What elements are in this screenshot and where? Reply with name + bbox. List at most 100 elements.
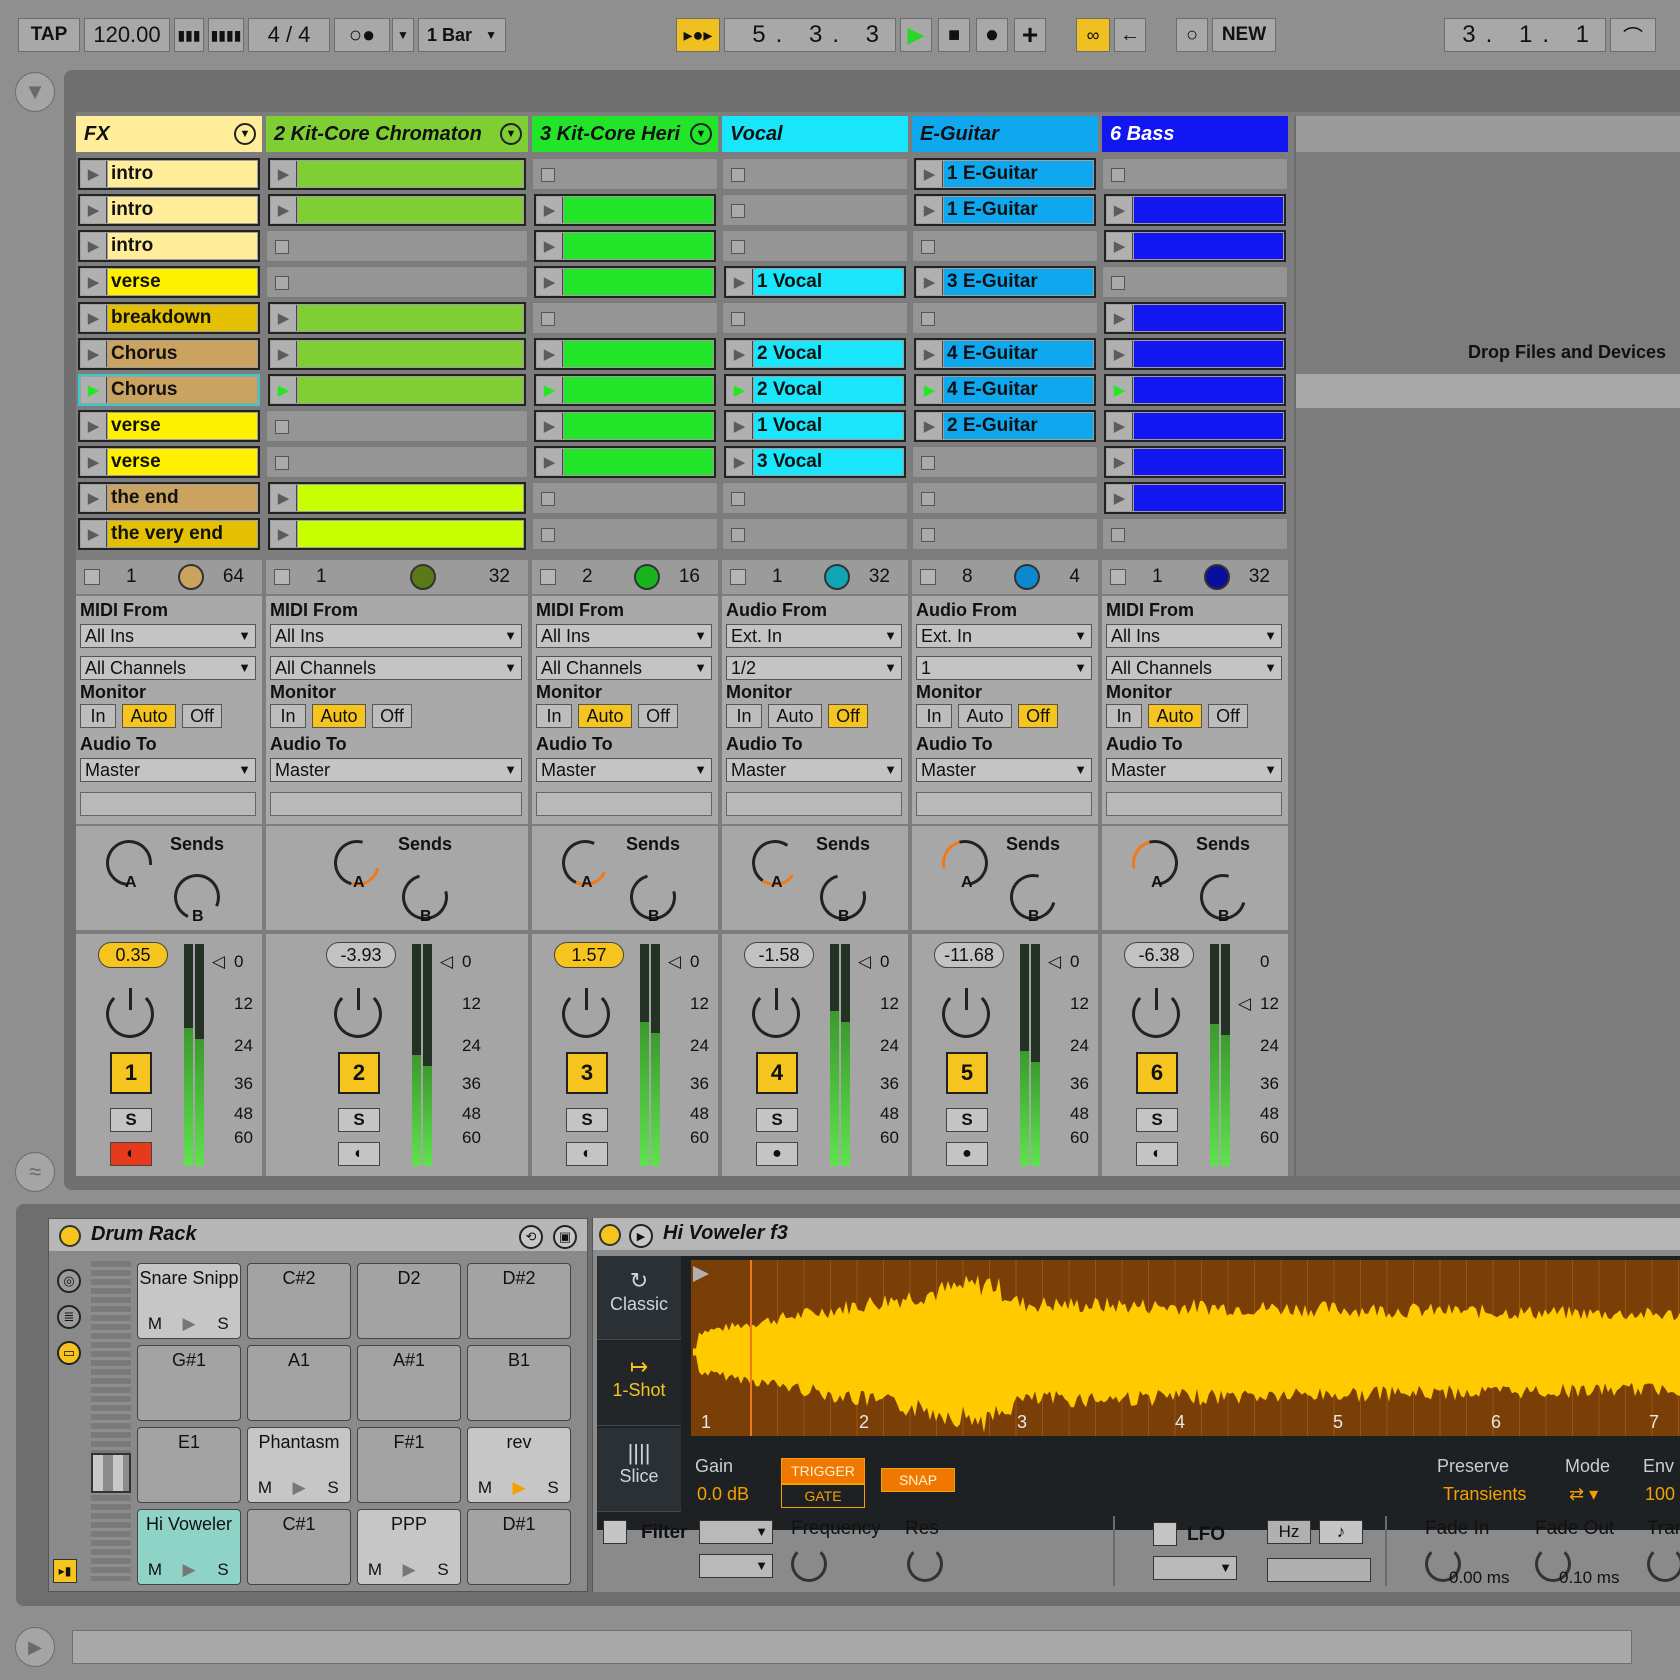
clip-slot[interactable]: ▶ <box>268 482 526 514</box>
monitor-in-button[interactable]: In <box>80 704 116 728</box>
input-channel-select[interactable]: All Channels <box>270 656 522 680</box>
detail-toggle-icon[interactable]: ▶ <box>15 1627 55 1667</box>
empty-clip-slot[interactable] <box>532 482 718 514</box>
drum-pad[interactable]: G#1 <box>137 1345 241 1421</box>
clip-slot[interactable]: ▶ 2 E-Guitar <box>914 410 1096 442</box>
pad-play-icon[interactable]: ▶ <box>392 1558 426 1582</box>
transient-knob[interactable] <box>1647 1546 1680 1582</box>
play-icon[interactable]: ▶ <box>900 18 932 52</box>
clip-stop-button[interactable] <box>921 456 935 470</box>
arrangement-position[interactable]: 5. 3. 3 <box>724 18 896 52</box>
clip-launch-icon[interactable]: ▶ <box>1107 197 1133 223</box>
empty-clip-slot[interactable] <box>266 230 528 262</box>
drum-pad[interactable]: B1 <box>467 1345 571 1421</box>
monitor-in-button[interactable]: In <box>916 704 952 728</box>
clip-slot[interactable]: ▶ 4 E-Guitar <box>914 338 1096 370</box>
volume-field[interactable]: -11.68 <box>934 942 1004 968</box>
clip-stop-button[interactable] <box>541 492 555 506</box>
punch-icon[interactable]: ⌒ <box>1610 18 1656 52</box>
clip-slot[interactable]: ▶ <box>1104 410 1286 442</box>
drum-pad[interactable]: D#2 <box>467 1263 571 1339</box>
solo-button[interactable]: S <box>566 1108 608 1132</box>
input-channel-select[interactable]: All Channels <box>80 656 256 680</box>
clip-slot[interactable]: ▶ <box>268 518 526 550</box>
clip-stop-button[interactable] <box>731 240 745 254</box>
pad-mute-button[interactable]: M <box>138 1312 172 1336</box>
lfo-shape-select[interactable]: ▼ <box>1153 1556 1237 1580</box>
power-icon[interactable] <box>599 1224 621 1246</box>
fold-icon[interactable]: ▼ <box>234 123 256 145</box>
empty-clip-slot[interactable] <box>912 518 1098 550</box>
clip-launch-icon[interactable]: ▶ <box>727 269 753 295</box>
clip-slot[interactable]: ▶ the very end <box>78 518 260 550</box>
clip-stop-button[interactable] <box>275 420 289 434</box>
automation-arm-icon[interactable]: ∞ <box>1076 18 1110 52</box>
clip-launch-icon[interactable]: ▶ <box>537 269 563 295</box>
trigger-button[interactable]: TRIGGER <box>781 1458 865 1484</box>
clip-launch-icon[interactable]: ▶ <box>537 197 563 223</box>
solo-button[interactable]: S <box>110 1108 152 1132</box>
monitor-auto-button[interactable]: Auto <box>768 704 822 728</box>
clip-stop-button[interactable] <box>541 168 555 182</box>
monitor-auto-button[interactable]: Auto <box>312 704 366 728</box>
empty-clip-slot[interactable] <box>912 482 1098 514</box>
empty-clip-slot[interactable] <box>722 482 908 514</box>
clip-slot[interactable]: ▶ <box>1104 302 1286 334</box>
clip-slot[interactable]: ▶ Chorus <box>78 374 260 406</box>
save-preset-icon[interactable]: ▣ <box>553 1225 577 1249</box>
drum-pad[interactable]: A1 <box>247 1345 351 1421</box>
clip-slot[interactable]: ▶ 2 Vocal <box>724 374 906 406</box>
drum-pad[interactable]: C#2 <box>247 1263 351 1339</box>
clip-launch-icon[interactable]: ▶ <box>917 197 943 223</box>
empty-clip-slot[interactable] <box>722 158 908 190</box>
output-channel-field[interactable] <box>726 792 902 816</box>
clip-launch-icon[interactable]: ▶ <box>537 377 563 403</box>
nudge-down-icon[interactable]: ▮▮▮ <box>174 18 204 52</box>
drum-pad[interactable]: PPP M ▶ S <box>357 1509 461 1585</box>
clip-slot[interactable]: ▶ intro <box>78 158 260 190</box>
clip-slot[interactable]: ▶ <box>534 230 716 262</box>
clip-slot[interactable]: ▶ <box>268 302 526 334</box>
volume-field[interactable]: -3.93 <box>326 942 396 968</box>
lfo-toggle[interactable] <box>1153 1522 1177 1546</box>
clip-slot[interactable]: ▶ <box>534 410 716 442</box>
clip-stop-button[interactable] <box>1111 168 1125 182</box>
fader-icon[interactable]: ◁ <box>668 952 681 972</box>
loop-position[interactable]: 3. 1. 1 <box>1444 18 1606 52</box>
output-channel-field[interactable] <box>916 792 1092 816</box>
waveform-display[interactable]: 1 2 3 4 5 6 7 <box>691 1260 1680 1436</box>
input-type-select[interactable]: All Ins <box>80 624 256 648</box>
clip-launch-icon[interactable]: ▶ <box>917 341 943 367</box>
stop-icon[interactable]: ■ <box>938 18 970 52</box>
lfo-rate-field[interactable] <box>1267 1558 1371 1582</box>
pad-play-icon[interactable]: ▶ <box>172 1312 206 1336</box>
monitor-off-button[interactable]: Off <box>1018 704 1058 728</box>
track-activator-button[interactable]: 5 <box>946 1052 988 1094</box>
clip-launch-icon[interactable]: ▶ <box>917 269 943 295</box>
volume-field[interactable]: -6.38 <box>1124 942 1194 968</box>
clip-stop-button[interactable] <box>275 276 289 290</box>
empty-clip-slot[interactable] <box>1102 518 1288 550</box>
clip-slot[interactable]: ▶ 3 Vocal <box>724 446 906 478</box>
clip-launch-icon[interactable]: ▶ <box>271 161 297 187</box>
monitor-off-button[interactable]: Off <box>372 704 412 728</box>
track-header[interactable]: 2 Kit-Core Chromaton ▼ <box>266 116 528 152</box>
empty-clip-slot[interactable] <box>1102 266 1288 298</box>
empty-clip-slot[interactable] <box>722 194 908 226</box>
clip-launch-icon[interactable]: ▶ <box>1107 233 1133 259</box>
volume-field[interactable]: 1.57 <box>554 942 624 968</box>
pad-play-icon[interactable]: ▶ <box>502 1476 536 1500</box>
stop-all-button[interactable] <box>540 569 556 585</box>
empty-clip-slot[interactable] <box>266 410 528 442</box>
monitor-in-button[interactable]: In <box>1106 704 1142 728</box>
clip-launch-icon[interactable]: ▶ <box>81 449 107 475</box>
monitor-in-button[interactable]: In <box>726 704 762 728</box>
auto-select-icon[interactable]: ▸▮ <box>53 1559 77 1583</box>
volume-field[interactable]: -1.58 <box>744 942 814 968</box>
output-select[interactable]: Master <box>80 758 256 782</box>
clip-launch-icon[interactable]: ▶ <box>81 341 107 367</box>
clip-slot[interactable]: ▶ <box>534 194 716 226</box>
clip-slot[interactable]: ▶ <box>1104 446 1286 478</box>
empty-clip-slot[interactable] <box>912 230 1098 262</box>
gate-button[interactable]: GATE <box>781 1484 865 1508</box>
